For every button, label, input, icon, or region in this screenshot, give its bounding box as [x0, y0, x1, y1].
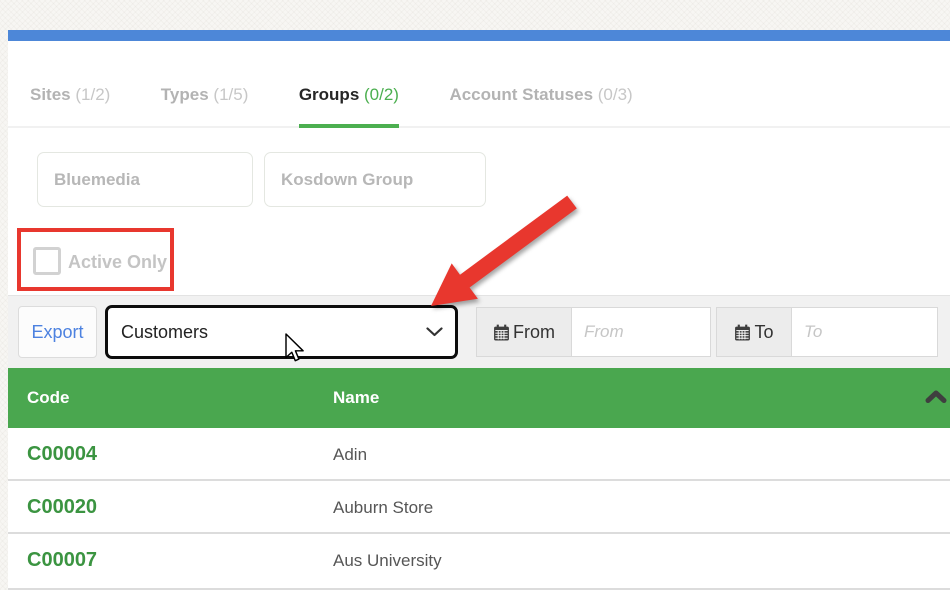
date-from-label: From: [513, 321, 555, 342]
filter-tabs: Sites (1/2) Types (1/5) Groups (0/2) Acc…: [8, 85, 950, 128]
row-code[interactable]: C00020: [27, 496, 97, 519]
table-row[interactable]: C00007 Aus University: [8, 534, 950, 590]
tab-label: Sites: [30, 85, 71, 104]
group-option-label: Kosdown Group: [281, 169, 414, 189]
export-label: Export: [31, 321, 84, 342]
date-from-input[interactable]: [572, 307, 711, 357]
top-accent-bar: [8, 30, 950, 41]
table-row[interactable]: C00020 Auburn Store: [8, 481, 950, 534]
group-option-label: Bluemedia: [54, 169, 140, 189]
calendar-icon: [735, 324, 751, 340]
tab-count: (0/3): [597, 85, 633, 104]
chevron-down-icon: [426, 327, 443, 337]
tab-label: Types: [160, 85, 209, 104]
tab-count: (0/2): [364, 85, 399, 104]
row-code[interactable]: C00007: [27, 549, 97, 572]
export-button[interactable]: Export: [18, 306, 97, 358]
group-option-kosdown[interactable]: Kosdown Group: [264, 152, 486, 207]
tab-label: Account Statuses: [449, 85, 594, 104]
row-name: Aus University: [333, 551, 442, 570]
date-to-addon: To: [716, 307, 792, 357]
column-header-code[interactable]: Code: [27, 388, 70, 408]
tab-sites[interactable]: Sites (1/2): [30, 85, 110, 126]
row-name: Auburn Store: [333, 498, 434, 517]
tab-types[interactable]: Types (1/5): [161, 85, 249, 126]
table-toolbar: Export Customers From From To To: [8, 295, 950, 368]
row-name: Adin: [333, 445, 368, 464]
tab-count: (1/5): [213, 85, 249, 104]
sort-ascending-icon[interactable]: [925, 390, 947, 403]
date-to-label: To: [754, 321, 774, 342]
entity-select-value: Customers: [121, 321, 209, 342]
group-option-bluemedia[interactable]: Bluemedia: [37, 152, 253, 207]
date-to-input[interactable]: [792, 307, 938, 357]
calendar-icon: [494, 324, 509, 340]
tab-count: (1/2): [75, 85, 111, 104]
tab-groups[interactable]: Groups (0/2): [298, 85, 400, 128]
row-code[interactable]: C00004: [27, 443, 97, 466]
table-header: Code Name: [8, 368, 950, 428]
entity-select[interactable]: Customers: [105, 305, 458, 359]
tab-label: Groups: [298, 85, 360, 104]
active-only-label: Active Only: [68, 252, 168, 272]
date-from-addon: From: [476, 307, 572, 357]
active-only-checkbox[interactable]: [33, 247, 61, 275]
column-header-name[interactable]: Name: [333, 388, 379, 408]
table-row[interactable]: C00004 Adin: [8, 428, 950, 481]
tab-account-statuses[interactable]: Account Statuses (0/3): [449, 85, 632, 126]
customer-filter-page: { "colors": { "top_bar_blue": "#4d87d8",…: [0, 0, 950, 590]
